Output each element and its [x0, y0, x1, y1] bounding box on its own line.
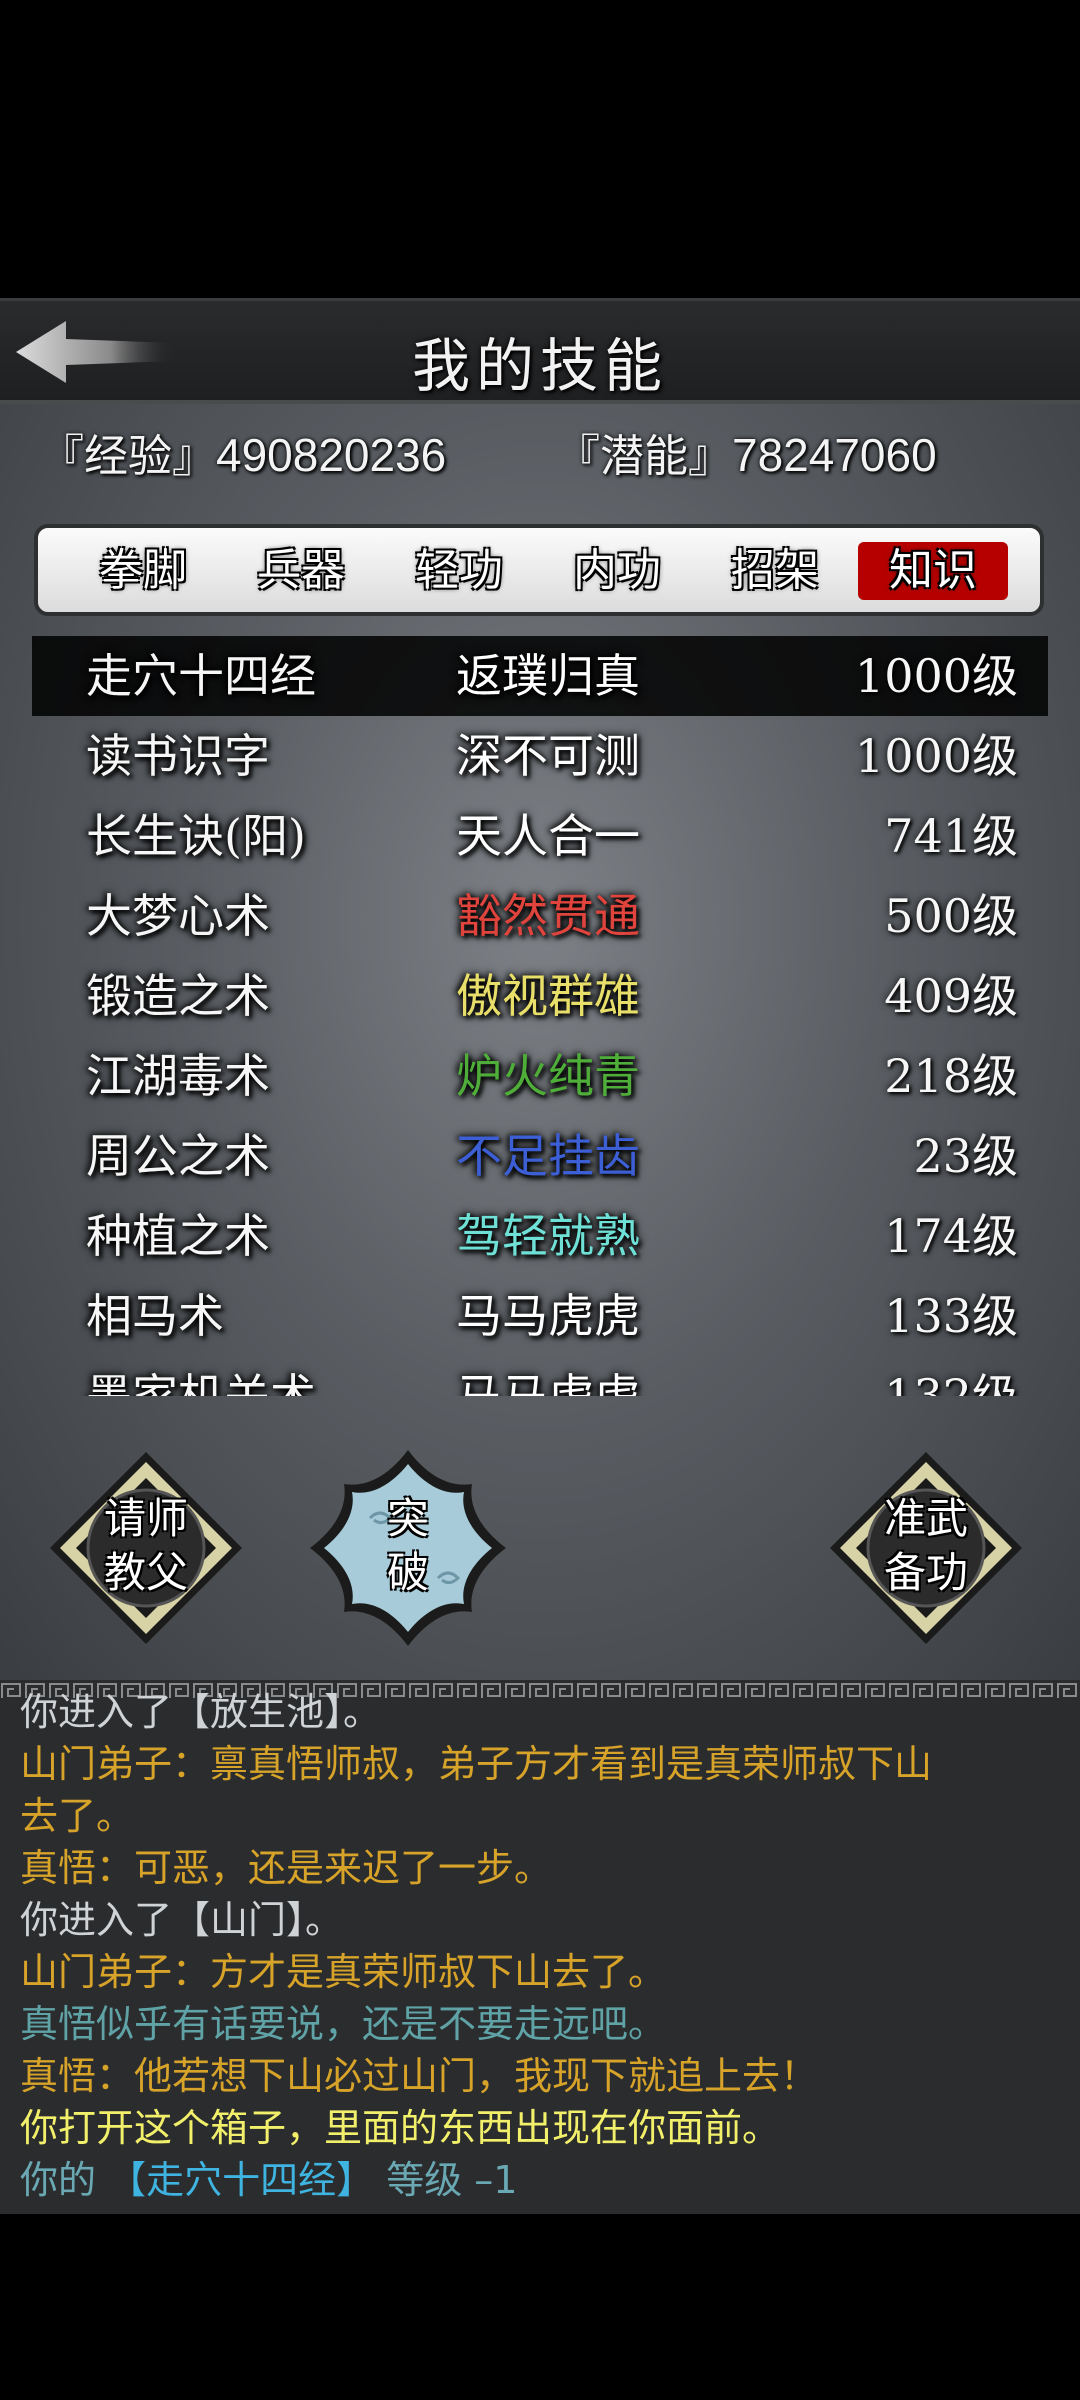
skill-name: 种植之术: [86, 1209, 270, 1263]
skill-list[interactable]: 走穴十四经 返璞归真 1000级 读书识字 深不可测 1000级 长生诀(阳) …: [32, 636, 1048, 1396]
ask-teacher-button[interactable]: 请师 教父: [46, 1448, 246, 1648]
skill-name: 周公之术: [86, 1129, 270, 1183]
skill-row[interactable]: 种植之术 驾轻就熟 174级: [32, 1196, 1048, 1276]
tab-agility[interactable]: 轻功: [384, 542, 534, 600]
skill-row[interactable]: 读书识字 深不可测 1000级: [32, 716, 1048, 796]
skill-level: 132级: [884, 1369, 1018, 1396]
skill-level: 133级: [884, 1289, 1018, 1343]
skill-grade: 炉火纯青: [456, 1049, 640, 1103]
skill-level: 23级: [913, 1129, 1018, 1183]
log-line: 真悟：可恶，还是来迟了一步。: [20, 1846, 553, 1890]
experience-label: 『经验』: [40, 431, 216, 482]
skill-name: 长生诀(阳): [86, 809, 306, 863]
skill-row[interactable]: 墨家机关术 马马虎虎 132级: [32, 1356, 1048, 1396]
skill-grade: 马马虎虎: [456, 1289, 640, 1343]
log-line: 真悟似乎有话要说，还是不要走远吧。: [20, 2002, 667, 2046]
stats-bar: 『经验』490820236 『潜能』78247060: [0, 420, 1080, 490]
skill-grade: 不足挂齿: [456, 1129, 640, 1183]
log-line: 去了。: [20, 1794, 135, 1838]
skill-row[interactable]: 周公之术 不足挂齿 23级: [32, 1116, 1048, 1196]
potential-label: 『潜能』: [556, 431, 732, 482]
log-line: 你进入了【山门】。: [20, 1898, 344, 1942]
skill-grade: 马马虎虎: [456, 1369, 640, 1396]
skill-grade: 豁然贯通: [456, 889, 640, 943]
potential-value: 78247060: [732, 429, 937, 481]
header-bar: 我的技能: [0, 298, 1080, 404]
prepare-skill-line2: 备功: [883, 1548, 968, 1597]
skill-name: 墨家机关术: [86, 1369, 316, 1396]
skill-grade: 驾轻就熟: [456, 1209, 640, 1263]
message-log[interactable]: 你进入了【放生池】。 山门弟子：禀真悟师叔，弟子方才看到是真荣师叔下山 去了。 …: [0, 1680, 1080, 2214]
breakthrough-line1: 突: [386, 1494, 429, 1543]
log-line: 你进入了【放生池】。: [20, 1690, 382, 1734]
ask-teacher-line1: 请师: [103, 1494, 188, 1543]
prepare-skill-label: 准武 备功: [826, 1492, 1026, 1600]
breakthrough-line2: 破: [386, 1548, 429, 1597]
prepare-skill-button[interactable]: 准武 备功: [826, 1448, 1026, 1648]
skill-grade: 深不可测: [456, 729, 640, 783]
experience-value: 490820236: [216, 429, 447, 481]
tab-weapon[interactable]: 兵器: [226, 542, 376, 600]
log-last-suffix: 等级 –1: [386, 2158, 518, 2202]
skill-level: 218级: [884, 1049, 1018, 1103]
skill-row[interactable]: 江湖毒术 炉火纯青 218级: [32, 1036, 1048, 1116]
skill-name: 锻造之术: [86, 969, 270, 1023]
potential-stat: 『潜能』78247060: [556, 420, 937, 484]
breakthrough-label: 突 破: [308, 1492, 508, 1600]
log-line: 你打开这个箱子，里面的东西出现在你面前。: [20, 2106, 781, 2150]
log-last-skill: 【走穴十四经】: [108, 2158, 375, 2202]
experience-stat: 『经验』490820236: [40, 420, 446, 484]
skill-name: 走穴十四经: [86, 649, 316, 703]
skill-level: 409级: [884, 969, 1018, 1023]
tab-parry[interactable]: 招架: [700, 542, 850, 600]
skill-name: 大梦心术: [86, 889, 270, 943]
skill-name: 相马术: [86, 1289, 224, 1343]
skill-grade: 傲视群雄: [456, 969, 640, 1023]
skill-row[interactable]: 锻造之术 傲视群雄 409级: [32, 956, 1048, 1036]
skill-row[interactable]: 大梦心术 豁然贯通 500级: [32, 876, 1048, 956]
prepare-skill-line1: 准武: [883, 1494, 968, 1543]
skill-name: 读书识字: [86, 729, 270, 783]
status-area: [0, 0, 1080, 298]
skill-grade: 返璞归真: [456, 649, 640, 703]
ask-teacher-label: 请师 教父: [46, 1492, 246, 1600]
skill-level: 1000级: [854, 649, 1018, 703]
log-line: 山门弟子：禀真悟师叔，弟子方才看到是真荣师叔下山: [20, 1742, 933, 1786]
skill-level: 1000级: [854, 729, 1018, 783]
log-last-prefix: 你的: [20, 2158, 97, 2202]
skill-level: 174级: [884, 1209, 1018, 1263]
skill-level: 741级: [884, 809, 1018, 863]
skill-category-tabs: 拳脚 兵器 轻功 内功 招架 知识: [34, 524, 1044, 616]
skill-row[interactable]: 长生诀(阳) 天人合一 741级: [32, 796, 1048, 876]
skill-row[interactable]: 走穴十四经 返璞归真 1000级: [32, 636, 1048, 716]
skill-level: 500级: [884, 889, 1018, 943]
page-title: 我的技能: [411, 332, 668, 400]
skill-row[interactable]: 相马术 马马虎虎 133级: [32, 1276, 1048, 1356]
log-line-last: 你的 【走穴十四经】 等级 –1: [20, 2154, 1060, 2206]
bottom-area: [0, 2214, 1080, 2400]
ask-teacher-line2: 教父: [103, 1548, 188, 1597]
log-line: 山门弟子：方才是真荣师叔下山去了。: [20, 1950, 667, 1994]
tab-inner-power[interactable]: 内功: [542, 542, 692, 600]
tab-knowledge[interactable]: 知识: [858, 542, 1008, 600]
breakthrough-button[interactable]: 突 破: [308, 1448, 508, 1648]
skill-grade: 天人合一: [456, 809, 640, 863]
tab-fist[interactable]: 拳脚: [68, 542, 218, 600]
log-line: 真悟：他若想下山必过山门，我现下就追上去！: [20, 2054, 819, 2098]
skill-name: 江湖毒术: [86, 1049, 270, 1103]
